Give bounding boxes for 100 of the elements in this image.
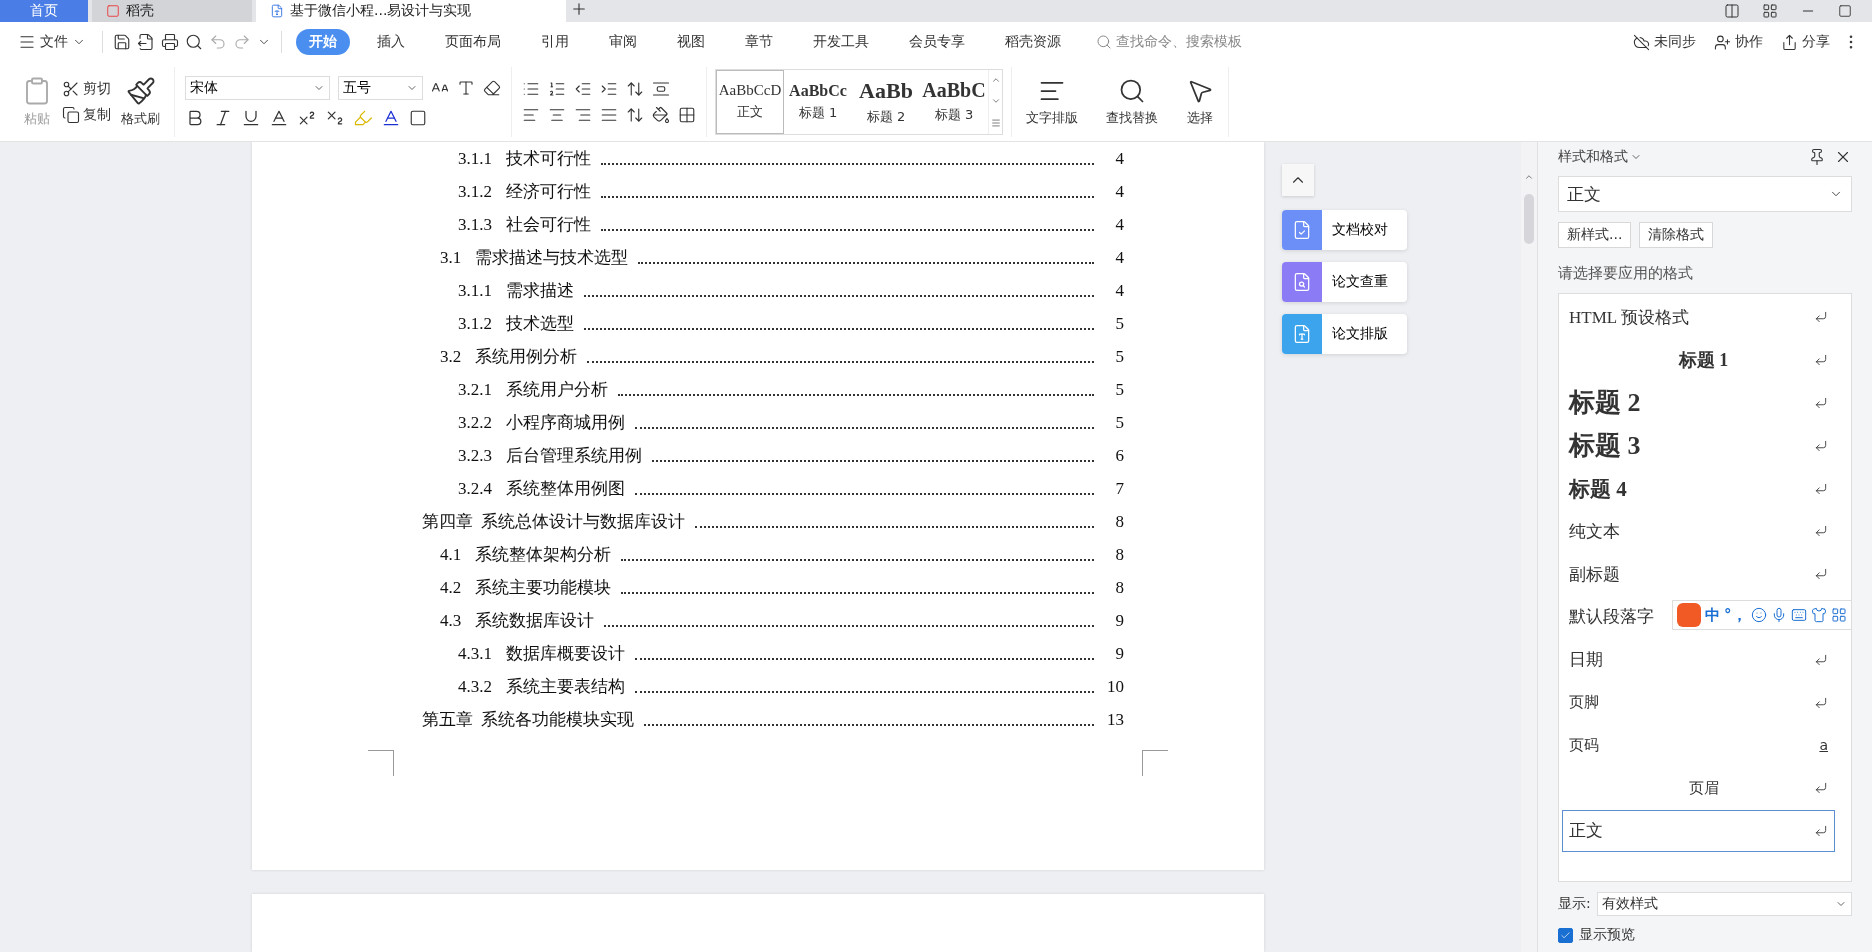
window-tab[interactable]: 稻壳 xyxy=(92,0,252,22)
keyboard-icon[interactable] xyxy=(1790,607,1807,624)
save-icon[interactable] xyxy=(113,33,131,51)
cut-button[interactable]: 剪切 xyxy=(62,79,111,98)
panel-button[interactable]: 新样式... xyxy=(1558,222,1632,248)
paintbrush-icon[interactable] xyxy=(125,75,156,106)
share-icon[interactable] xyxy=(1781,33,1798,51)
toc-page: 5 xyxy=(1114,412,1124,433)
document-icon[interactable] xyxy=(270,4,284,18)
ime-toolbar[interactable]: 中 °， xyxy=(1672,600,1852,631)
toc-number: 3.1.2 xyxy=(458,313,492,334)
shading-icon[interactable] xyxy=(652,105,670,124)
style-item[interactable]: HTML 预设格式 xyxy=(1562,296,1835,339)
ribbon-tab[interactable]: 页面布局 xyxy=(432,29,514,55)
cloud-icon[interactable] xyxy=(1633,33,1650,51)
clear-format-icon[interactable] xyxy=(483,78,501,97)
toc-title: 系统主要表结构 xyxy=(506,676,625,698)
return-icon xyxy=(1814,524,1828,539)
toc-page: 8 xyxy=(1114,511,1124,532)
side-tool-button[interactable]: 论文排版 xyxy=(1282,314,1407,354)
grid-icon[interactable] xyxy=(1762,3,1778,19)
layout-icon[interactable] xyxy=(1724,3,1740,19)
style-item[interactable]: 标题 4 xyxy=(1562,467,1835,510)
ribbon-tab[interactable]: 审阅 xyxy=(596,29,650,55)
new-tab-icon[interactable] xyxy=(570,0,588,18)
style-item[interactable]: 页脚 xyxy=(1562,681,1835,724)
toc-page: 7 xyxy=(1114,478,1124,499)
side-tool-button[interactable]: 文档校对 xyxy=(1282,210,1407,250)
toc-title: 技术可行性 xyxy=(506,148,591,170)
toc-title: 数据库概要设计 xyxy=(506,643,625,665)
current-style-field[interactable]: 正文 xyxy=(1558,176,1852,212)
margin-mark xyxy=(368,750,394,776)
window-tab[interactable]: 基于微信小程...易设计与实现 xyxy=(256,0,566,22)
sort-icon[interactable] xyxy=(626,79,644,98)
ime-logo-icon[interactable] xyxy=(1677,603,1701,628)
copy-icon[interactable] xyxy=(62,105,80,124)
panel-prompt: 请选择要应用的格式 xyxy=(1558,264,1694,283)
toc-number: 3.1 xyxy=(440,247,462,268)
window-tab[interactable]: 首页 xyxy=(0,0,88,22)
ribbon-tool[interactable]: 文字排版 xyxy=(1022,74,1082,129)
scrollbar[interactable] xyxy=(1521,142,1537,952)
toc-number: 3.1.3 xyxy=(458,214,492,235)
header-action[interactable]: 未同步 xyxy=(1627,29,1702,55)
grid-icon[interactable] xyxy=(1830,607,1847,624)
toc-page: 4 xyxy=(1114,247,1124,268)
style-item[interactable]: 纯文本 xyxy=(1562,510,1835,553)
style-item[interactable]: 标题 3 xyxy=(1562,424,1835,468)
ribbon-tab[interactable]: 章节 xyxy=(732,29,786,55)
toc-number: 3.1.2 xyxy=(458,181,492,202)
style-item[interactable]: 副标题 xyxy=(1562,552,1835,596)
ribbon-tab[interactable]: 视图 xyxy=(664,29,718,55)
ribbon-tab[interactable]: 引用 xyxy=(528,29,582,55)
panel-title[interactable]: 样式和格式 xyxy=(1558,148,1642,166)
style-item[interactable]: 日期 xyxy=(1562,638,1835,682)
style-item[interactable]: 页码 a xyxy=(1562,723,1835,767)
format-painter-button[interactable]: 格式刷 xyxy=(117,73,164,130)
smile-icon[interactable] xyxy=(1750,607,1767,624)
shirt-icon[interactable] xyxy=(1810,607,1827,624)
character-border-icon[interactable] xyxy=(409,108,427,127)
ribbon-tab[interactable]: 插入 xyxy=(364,29,418,55)
ribbon-tool[interactable]: 选择 xyxy=(1182,74,1218,129)
ribbon-tab[interactable]: 会员专享 xyxy=(896,29,978,55)
copy-button[interactable]: 复制 xyxy=(62,105,111,124)
command-search[interactable]: 查找命令、搜索模板 xyxy=(1096,33,1242,51)
ribbon-tool[interactable]: 查找替换 xyxy=(1102,74,1162,129)
toc-number: 3.2.2 xyxy=(458,412,492,433)
style-preset[interactable]: AaBbCcD 正文 xyxy=(716,69,784,134)
toc-page: 13 xyxy=(1106,709,1124,730)
font-size-field[interactable]: 五号 xyxy=(338,75,423,100)
user-plus-icon[interactable] xyxy=(1714,33,1731,51)
style-item[interactable]: 标题 1 xyxy=(1562,338,1835,382)
toc-page: 4 xyxy=(1114,214,1124,235)
borders-icon[interactable] xyxy=(678,105,696,124)
style-item[interactable]: 页眉 xyxy=(1562,766,1835,810)
line-spacing-icon[interactable] xyxy=(626,105,644,124)
spacing-icon[interactable] xyxy=(652,79,670,98)
scissors-icon[interactable] xyxy=(62,79,80,98)
font-field[interactable]: 宋体 xyxy=(185,75,330,100)
export-icon[interactable] xyxy=(137,33,155,51)
pin-icon[interactable] xyxy=(1808,148,1826,166)
toc-title: 社会可行性 xyxy=(506,214,591,236)
ribbon-tab[interactable]: 开发工具 xyxy=(800,29,882,55)
style-item[interactable]: 正文 xyxy=(1562,809,1835,853)
toc-number: 3.2.4 xyxy=(458,478,492,499)
print-icon[interactable] xyxy=(161,33,179,51)
scroll-thumb[interactable] xyxy=(1524,194,1534,244)
panel-button[interactable]: 清除格式 xyxy=(1639,222,1714,248)
show-select[interactable]: 有效样式 xyxy=(1596,892,1852,916)
numbered-list-icon[interactable] xyxy=(548,79,566,98)
menu-icon[interactable] xyxy=(18,33,36,51)
header-action[interactable]: 协作 xyxy=(1708,29,1769,55)
document-icon xyxy=(1292,220,1312,240)
side-tool-button[interactable]: 论文查重 xyxy=(1282,262,1407,302)
scroll-up-icon[interactable] xyxy=(1524,172,1534,182)
maximize-icon[interactable] xyxy=(1838,4,1852,18)
style-item[interactable]: 标题 2 xyxy=(1562,381,1835,425)
ribbon-tab[interactable]: 稻壳资源 xyxy=(992,29,1074,55)
toc-page: 4 xyxy=(1114,148,1124,169)
header-action[interactable]: 分享 xyxy=(1775,29,1836,55)
file-menu[interactable]: 文件 xyxy=(12,29,92,55)
